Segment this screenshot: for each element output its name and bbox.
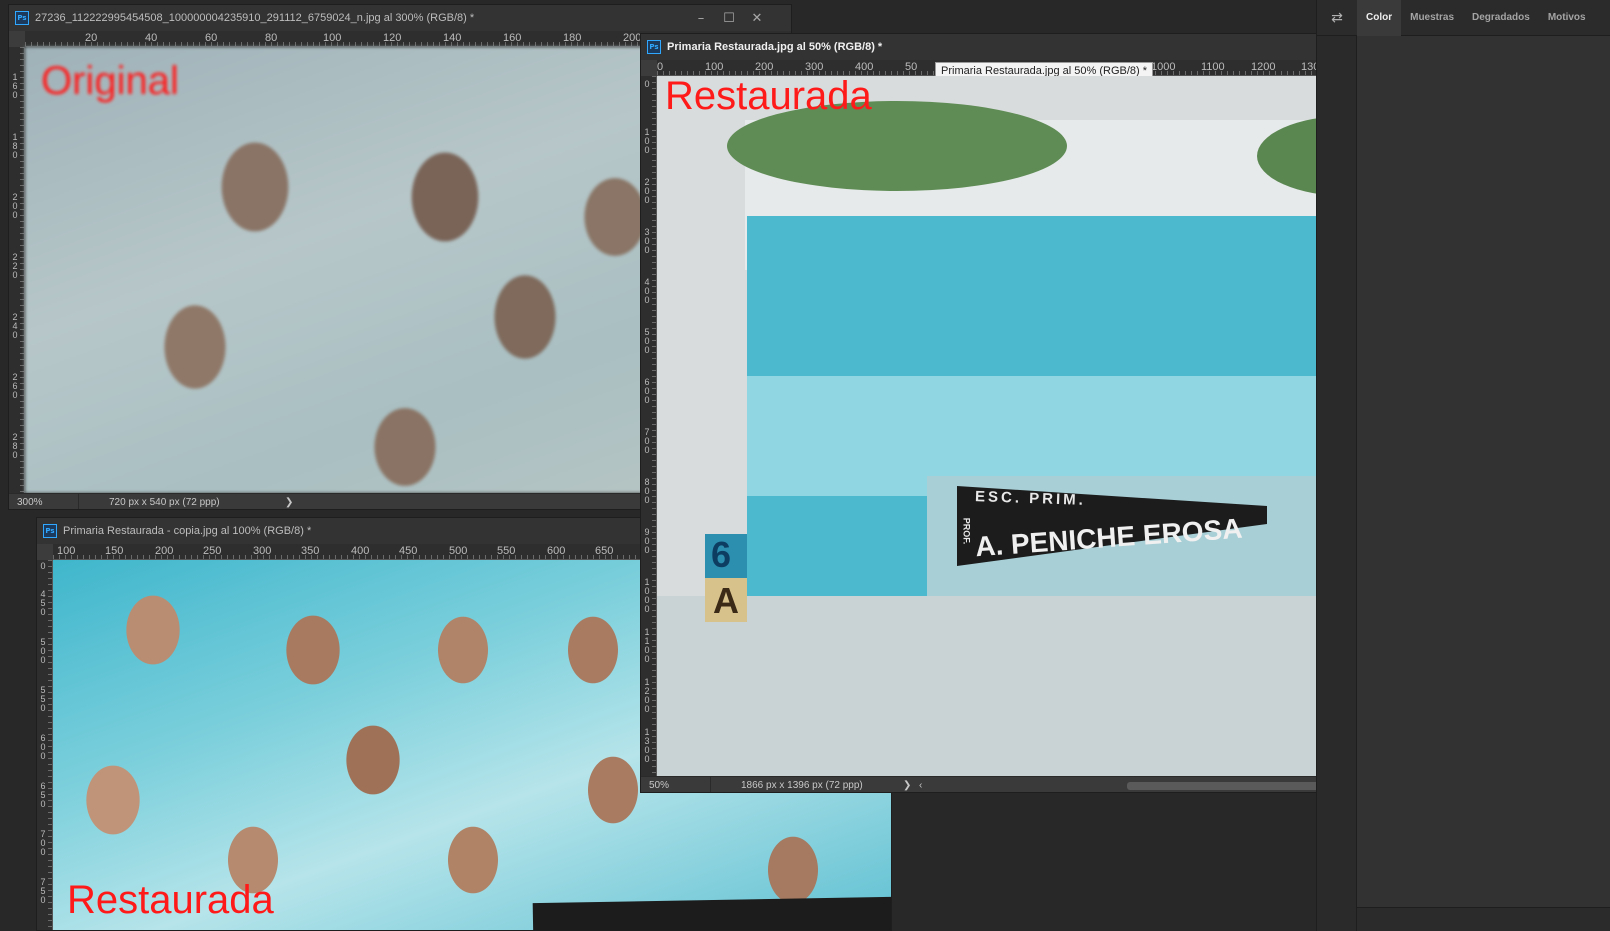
- ruler-tick: 1100: [1201, 61, 1225, 73]
- ruler-tick: 700: [40, 829, 46, 857]
- ruler-tick: 350: [301, 545, 320, 557]
- window-title: Primaria Restaurada.jpg al 50% (RGB/8) *: [667, 41, 883, 53]
- ruler-tick: 80: [265, 32, 278, 44]
- ruler-tick: 200: [623, 32, 642, 44]
- ruler-tick: 450: [399, 545, 418, 557]
- window-title: Primaria Restaurada - copia.jpg al 100% …: [63, 525, 312, 537]
- panel-icon-strip: [1317, 36, 1357, 931]
- ruler-tick: 400: [855, 61, 874, 73]
- ruler-tick: 220: [12, 252, 18, 280]
- ruler-tick: 180: [563, 32, 582, 44]
- banner-fragment: [532, 896, 891, 930]
- close-button[interactable]: ✕: [743, 5, 771, 31]
- window-titlebar[interactable]: Ps 27236_112222995454508_100000004235910…: [9, 5, 791, 31]
- ruler-tick: 1000: [1151, 61, 1176, 73]
- ruler-tick: 600: [644, 377, 650, 405]
- vertical-ruler[interactable]: 0 450 500 550 600 650 700 750: [37, 560, 53, 930]
- panel-toggle-icon[interactable]: ⇄: [1317, 0, 1357, 36]
- ruler-tick: 900: [644, 527, 650, 555]
- ruler-tick: 650: [595, 545, 614, 557]
- status-menu-arrow-icon[interactable]: ❯: [903, 780, 911, 791]
- maximize-button[interactable]: ☐: [715, 5, 743, 31]
- ruler-tick: 260: [12, 372, 18, 400]
- ruler-tick: 60: [205, 32, 218, 44]
- ruler-tick: 300: [644, 227, 650, 255]
- ruler-tick: 300: [805, 61, 824, 73]
- scroll-left-icon[interactable]: ‹: [919, 780, 922, 791]
- ruler-tick: 750: [40, 877, 46, 905]
- ruler-tick: 200: [644, 177, 650, 205]
- overlay-label: Restaurada: [665, 76, 872, 118]
- ruler-tick: 1100: [644, 627, 650, 664]
- ruler-tick: 800: [644, 477, 650, 505]
- ruler-tick: 650: [40, 781, 46, 809]
- minimize-button[interactable]: –: [687, 5, 715, 31]
- ruler-tick: 160: [503, 32, 522, 44]
- photoshop-icon: Ps: [647, 40, 661, 54]
- ruler-tick: 240: [12, 312, 18, 340]
- ruler-tick: 400: [644, 277, 650, 305]
- tab-degradados[interactable]: Degradados: [1463, 0, 1539, 36]
- block-label-a: A: [713, 580, 739, 621]
- ruler-tick: 450: [40, 589, 46, 617]
- ruler-tick: 100: [644, 127, 650, 155]
- photoshop-icon: Ps: [43, 524, 57, 538]
- ruler-tick: 180: [12, 132, 18, 160]
- ruler-tick: 200: [155, 545, 174, 557]
- ruler-tick: 200: [12, 192, 18, 220]
- ruler-tick: 100: [705, 61, 724, 73]
- horizontal-scrollbar[interactable]: [1127, 782, 1347, 790]
- ruler-tick: 100: [323, 32, 342, 44]
- overlay-label: Original: [41, 59, 179, 103]
- ruler-tick: 120: [383, 32, 402, 44]
- banner-prefix: PROF.: [961, 517, 972, 545]
- ruler-tick: 0: [40, 561, 46, 571]
- ruler-tick: 500: [644, 327, 650, 355]
- document-dimensions: 720 px x 540 px (72 ppp): [109, 497, 220, 508]
- ruler-tick: 400: [351, 545, 370, 557]
- vertical-ruler[interactable]: 0 100 200 300 400 500 600 700 800 900 10…: [641, 76, 657, 776]
- ruler-tick: 700: [644, 427, 650, 455]
- ruler-tick: 600: [40, 733, 46, 761]
- vertical-ruler[interactable]: 160 180 200 220 240 260 280: [9, 47, 25, 493]
- color-panel: ⇄ Color Muestras Degradados Motivos: [1316, 0, 1610, 931]
- ruler-tick: 200: [755, 61, 774, 73]
- ruler-tick: 50: [905, 61, 918, 73]
- ruler-tick: 280: [12, 432, 18, 460]
- overlay-label: Restaurada: [67, 878, 274, 922]
- ruler-tick: 1200: [1251, 61, 1276, 73]
- ruler-tick: 250: [203, 545, 222, 557]
- ruler-tick: 550: [497, 545, 516, 557]
- ruler-tick: 600: [547, 545, 566, 557]
- zoom-level[interactable]: 50%: [641, 777, 711, 792]
- panel-bottom-toolbar: [1357, 907, 1610, 931]
- photoshop-icon: Ps: [15, 11, 29, 25]
- panel-tabs: ⇄ Color Muestras Degradados Motivos: [1317, 0, 1610, 36]
- ruler-tick: 100: [57, 545, 76, 557]
- ruler-tick: 300: [253, 545, 272, 557]
- ruler-tick: 1000: [644, 577, 650, 614]
- tab-motivos[interactable]: Motivos: [1539, 0, 1595, 36]
- ruler-tick: 550: [40, 685, 46, 713]
- ruler-tick: 500: [449, 545, 468, 557]
- ruler-tick: 1200: [644, 677, 650, 714]
- ruler-tick: 0: [657, 61, 664, 73]
- ruler-tick: 160: [12, 72, 18, 100]
- zoom-level[interactable]: 300%: [9, 494, 79, 509]
- ruler-tick: 1300: [644, 727, 650, 764]
- ruler-tick: 20: [85, 32, 98, 44]
- ruler-tick: 140: [443, 32, 462, 44]
- status-menu-arrow-icon[interactable]: ❯: [285, 497, 293, 508]
- tab-color[interactable]: Color: [1357, 0, 1402, 36]
- ruler-tick: 40: [145, 32, 158, 44]
- ruler-tick: 500: [40, 637, 46, 665]
- ruler-tick: 0: [644, 79, 650, 89]
- ruler-tick: 150: [105, 545, 124, 557]
- tab-muestras[interactable]: Muestras: [1401, 0, 1463, 36]
- document-dimensions: 1866 px x 1396 px (72 ppp): [741, 780, 863, 791]
- block-label-6: 6: [711, 534, 732, 575]
- window-title: 27236_112222995454508_100000004235910_29…: [35, 12, 475, 24]
